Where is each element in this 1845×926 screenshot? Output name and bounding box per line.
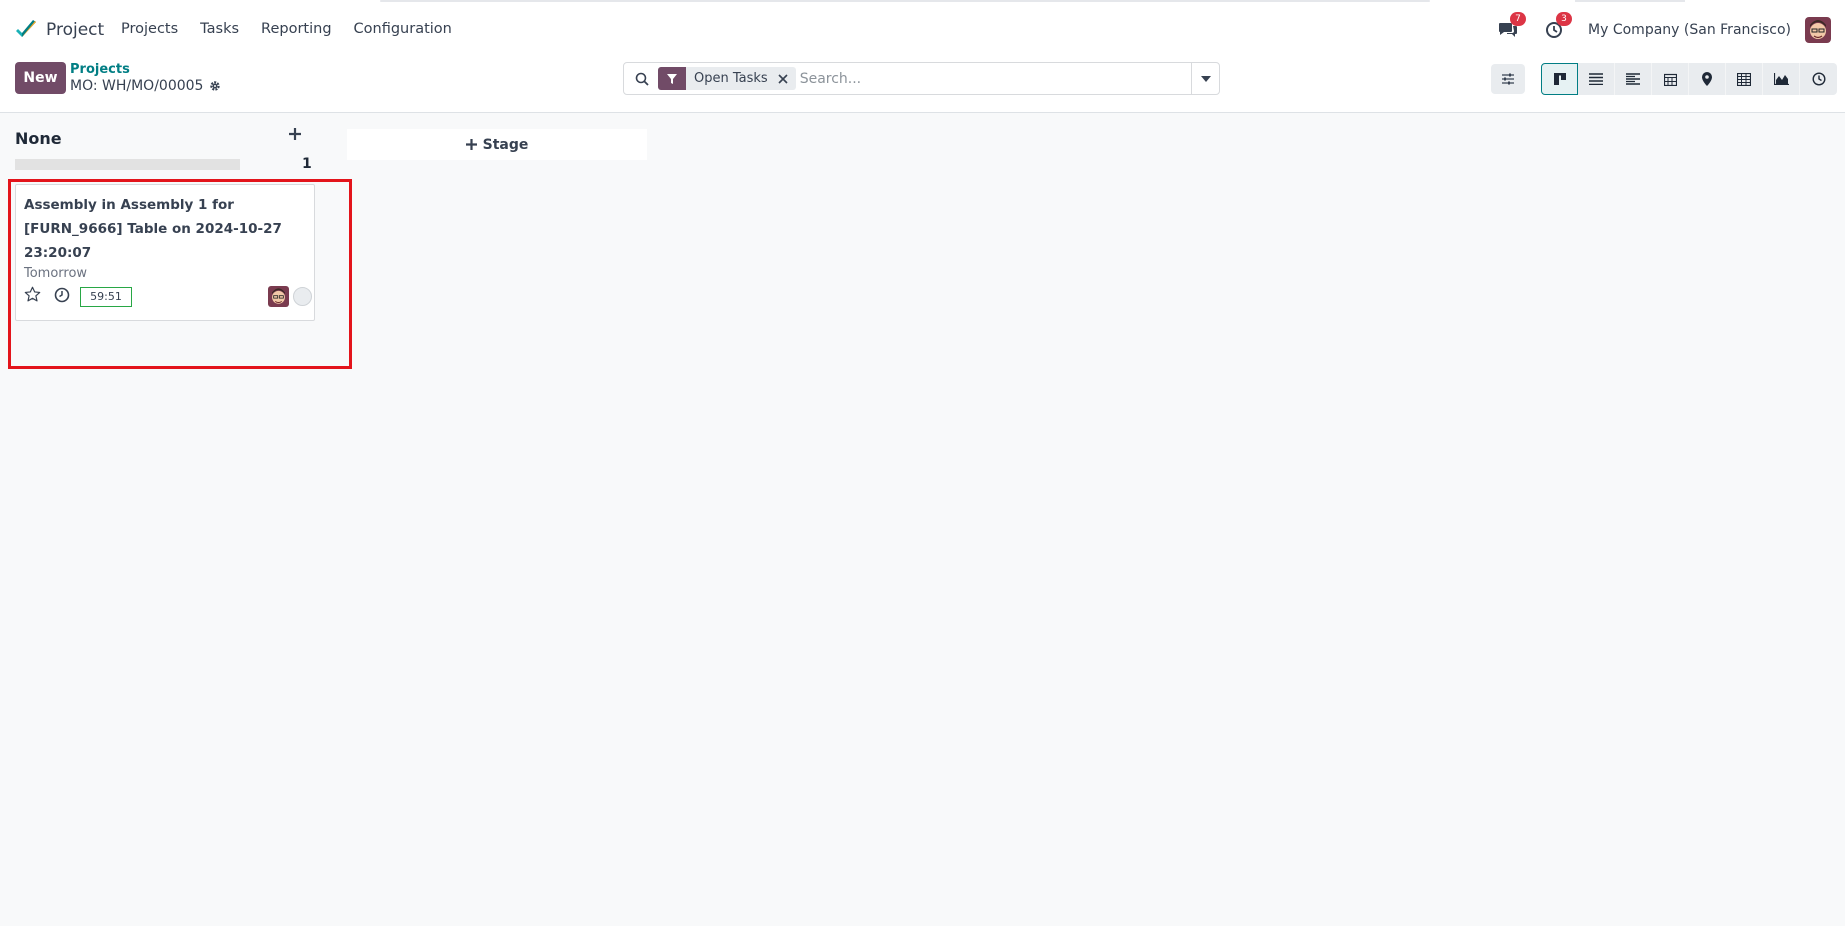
messages-badge: 7 — [1510, 12, 1527, 26]
user-avatar-icon — [268, 286, 289, 307]
task-state-indicator[interactable] — [293, 287, 312, 306]
top-navbar: Project Projects Tasks Reporting Configu… — [0, 0, 1845, 61]
task-timer: 59:51 — [80, 287, 132, 307]
activities-button[interactable]: 3 — [1542, 12, 1573, 42]
browser-tab-strip — [380, 0, 1430, 2]
user-avatar-icon — [1805, 17, 1831, 43]
gear-icon[interactable] — [209, 80, 221, 92]
column-quick-create-button[interactable] — [287, 126, 303, 142]
browser-tab-strip-right — [1575, 0, 1685, 2]
graph-view-button[interactable] — [1763, 63, 1800, 95]
calendar-icon — [1663, 73, 1677, 86]
breadcrumb: Projects MO: WH/MO/00005 — [70, 62, 221, 94]
breadcrumb-projects-link[interactable]: Projects — [70, 62, 221, 77]
menu-item-reporting[interactable]: Reporting — [261, 21, 332, 37]
task-card-footer: 59:51 — [24, 285, 312, 307]
kanban-board: None 1 Assembly in Assembly 1 for [FURN_… — [0, 113, 1845, 926]
pivot-view-button[interactable] — [1726, 63, 1763, 95]
add-stage-label: Stage — [482, 136, 529, 153]
user-avatar[interactable] — [1805, 17, 1831, 43]
menu-item-projects[interactable]: Projects — [121, 21, 178, 37]
main-menu: Projects Tasks Reporting Configuration — [121, 21, 452, 37]
map-view-button[interactable] — [1689, 63, 1726, 95]
assignee-avatar[interactable] — [268, 286, 289, 307]
systray: 7 3 My Company (San Francisco) — [1496, 12, 1845, 46]
kanban-view-button[interactable] — [1541, 63, 1578, 95]
clock-icon — [1811, 72, 1826, 86]
stacked-list-icon — [1626, 73, 1640, 85]
app-brand[interactable]: Project — [14, 19, 104, 41]
star-icon[interactable] — [24, 286, 41, 307]
app-name: Project — [46, 20, 105, 40]
list-icon — [1589, 73, 1603, 85]
remove-facet-icon[interactable] — [776, 73, 796, 84]
calendar-view-button[interactable] — [1652, 63, 1689, 95]
column-title: None — [15, 129, 62, 148]
activity-list-view-button[interactable] — [1615, 63, 1652, 95]
task-deadline: Tomorrow — [24, 266, 88, 281]
breadcrumb-current-label: MO: WH/MO/00005 — [70, 78, 204, 94]
filter-facet-label: Open Tasks — [694, 71, 768, 86]
project-checkmark-icon — [16, 20, 36, 37]
messages-button[interactable]: 7 — [1496, 12, 1527, 42]
filter-facet: Open Tasks — [658, 67, 796, 90]
task-title: Assembly in Assembly 1 for [FURN_9666] T… — [24, 197, 282, 261]
area-chart-icon — [1773, 73, 1789, 85]
view-settings-button[interactable] — [1491, 64, 1525, 94]
plus-icon — [465, 139, 477, 150]
view-switcher — [1541, 63, 1837, 95]
map-pin-icon — [1702, 72, 1712, 86]
search-input[interactable] — [799, 70, 1191, 87]
new-button[interactable]: New — [15, 62, 66, 94]
control-panel: New Projects MO: WH/MO/00005 Open Tasks — [0, 61, 1845, 113]
activity-clock-icon[interactable] — [54, 287, 70, 307]
search-icon — [628, 72, 656, 86]
search-options-toggle[interactable] — [1191, 63, 1219, 94]
column-count: 1 — [302, 156, 312, 172]
search-bar: Open Tasks — [623, 62, 1220, 95]
plus-icon — [289, 128, 301, 140]
menu-item-configuration[interactable]: Configuration — [354, 21, 452, 37]
list-view-button[interactable] — [1578, 63, 1615, 95]
menu-item-tasks[interactable]: Tasks — [200, 21, 239, 37]
caret-down-icon — [1200, 75, 1211, 82]
task-card[interactable]: Assembly in Assembly 1 for [FURN_9666] T… — [15, 184, 315, 321]
table-icon — [1737, 72, 1751, 86]
company-switcher[interactable]: My Company (San Francisco) — [1588, 22, 1791, 38]
add-stage-button[interactable]: Stage — [347, 129, 647, 160]
column-progress-bar[interactable] — [15, 159, 240, 170]
breadcrumb-current: MO: WH/MO/00005 — [70, 78, 221, 94]
kanban-icon — [1553, 73, 1566, 85]
activities-badge: 3 — [1556, 12, 1573, 26]
activity-view-button[interactable] — [1800, 63, 1837, 95]
filter-icon — [658, 67, 686, 90]
kanban-column-header: None — [15, 129, 315, 148]
sliders-icon — [1502, 73, 1514, 85]
